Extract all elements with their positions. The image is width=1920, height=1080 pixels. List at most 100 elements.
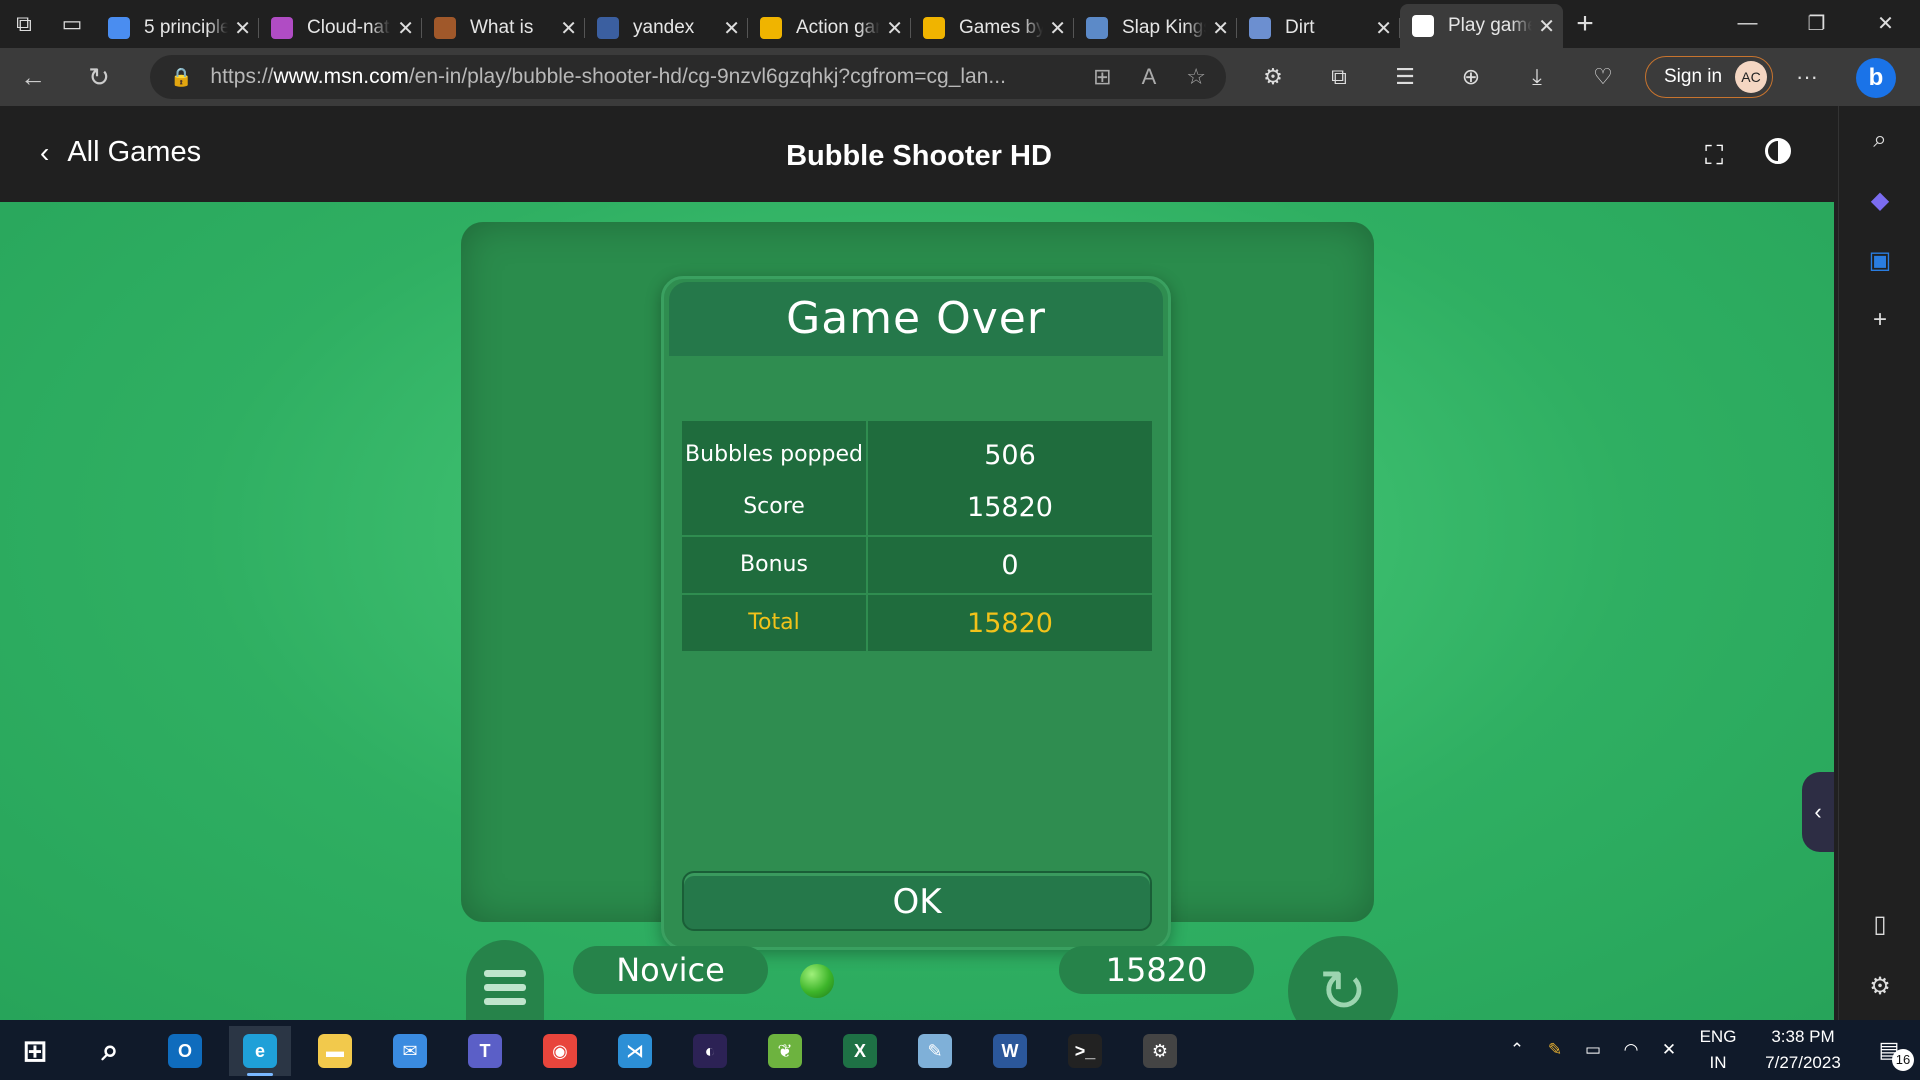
tab-title: Action games [796,17,880,38]
battery-icon[interactable]: ▭ [1574,1040,1612,1060]
lock-icon[interactable]: 🔒 [170,67,192,88]
input-language[interactable]: ENG IN [1688,1024,1748,1076]
system-tray: ⌃ ✎ ▭ ◠ ✕ ENG IN 3:38 PM 7/27/2023 ▤ 16 [1498,1020,1920,1080]
tab-favicon-icon [1412,15,1434,37]
theme-toggle-icon[interactable] [1765,138,1791,164]
close-tab-icon[interactable]: ✕ [723,16,740,41]
search-icon[interactable]: ⌕ [1839,126,1920,154]
tab-4[interactable]: Action games ✕ [748,8,911,48]
back-arrow-icon[interactable]: ← [0,48,66,106]
bing-copilot-icon[interactable]: b [1856,58,1896,98]
tab-favicon-icon [434,17,456,39]
tab-2[interactable]: What is ✕ [422,8,585,48]
close-tab-icon[interactable]: ✕ [560,16,577,41]
stat-value: 15820 [868,479,1152,535]
sidebar-layout-icon[interactable]: ▯ [1839,910,1920,939]
tab-7[interactable]: Dirt ✕ [1237,8,1400,48]
next-bubble [800,964,834,998]
tab-1[interactable]: Cloud-native ✕ [259,8,422,48]
favorite-star-icon[interactable]: ☆ [1186,64,1206,90]
close-tab-icon[interactable]: ✕ [886,16,903,41]
tab-title: What is [470,17,534,38]
close-window-icon[interactable]: ✕ [1851,0,1920,46]
fullscreen-icon[interactable]: ⛶ [1705,140,1723,172]
taskbar-outlook[interactable]: O [154,1026,216,1076]
close-tab-icon[interactable]: ✕ [397,16,414,41]
menu-bar [484,983,526,991]
taskbar-file-explorer[interactable]: ▬ [304,1026,366,1076]
close-tab-icon[interactable]: ✕ [1049,16,1066,41]
outlook-icon: O [168,1034,202,1068]
close-tab-icon[interactable]: ✕ [1538,14,1555,39]
collections-icon[interactable]: ⊕ [1438,64,1504,90]
taskbar-edge[interactable]: e [229,1026,291,1076]
close-tab-icon[interactable]: ✕ [234,16,251,41]
game-canvas[interactable]: Game Over Bubbles popped 506 Score 15820… [0,202,1834,1046]
game-menu-button[interactable] [466,940,544,1030]
wifi-icon[interactable]: ◠ [1612,1040,1650,1060]
taskbar-teams[interactable]: T [454,1026,516,1076]
new-tab-button[interactable]: + [1563,7,1607,41]
taskbar-vscode[interactable]: ⋊ [604,1026,666,1076]
taskbar-notepad[interactable]: ✎ [904,1026,966,1076]
tab-actions-icon[interactable]: ▭ [48,0,96,48]
downloads-icon[interactable]: ⤓ [1504,64,1570,90]
lang-code: ENG [1699,1027,1737,1046]
extensions-icon[interactable]: ⧉ [1306,64,1372,90]
taskbar-mail[interactable]: ✉ [379,1026,441,1076]
tab-3[interactable]: yandex ✕ [585,8,748,48]
taskbar-excel[interactable]: X [829,1026,891,1076]
url-text[interactable]: https://www.msn.com/en-in/play/bubble-sh… [210,65,1010,89]
tab-0[interactable]: 5 principles✕ [96,8,259,48]
stat-row: Score 15820 [682,479,1152,535]
chevron-up-icon[interactable]: ⌃ [1498,1040,1536,1060]
tab-5[interactable]: Games by ✕ [911,8,1074,48]
difficulty-label: Novice [573,946,768,994]
sidebar-settings-icon[interactable]: ⚙ [1839,972,1920,1001]
performance-icon[interactable]: ♡ [1570,64,1636,90]
ok-button[interactable]: OK [682,871,1152,931]
clock[interactable]: 3:38 PM 7/27/2023 [1748,1024,1858,1076]
add-sidebar-app-icon[interactable]: + [1839,306,1920,334]
sign-in-button[interactable]: Sign in AC [1645,56,1773,98]
read-aloud-icon[interactable]: A [1142,64,1157,90]
close-tab-icon[interactable]: ✕ [1212,16,1229,41]
page-title: Bubble Shooter HD [786,140,1052,172]
favorites-icon[interactable]: ☰ [1372,64,1438,90]
tab-favicon-icon [760,17,782,39]
volume-muted-icon[interactable]: ✕ [1650,1040,1688,1060]
taskbar-search[interactable]: ⌕ [79,1026,141,1076]
taskbar-settings[interactable]: ⚙ [1129,1026,1191,1076]
taskbar-spring[interactable]: ❦ [754,1026,816,1076]
taskbar-word[interactable]: W [979,1026,1041,1076]
outlook-sidebar-icon[interactable]: ▣ [1839,246,1920,275]
extension-gear-icon[interactable]: ⚙ [1240,64,1306,90]
tab-8[interactable]: Play games ✕ [1400,4,1563,48]
tab-title: Slap Kings [1122,17,1207,38]
refresh-icon[interactable]: ↻ [66,48,132,106]
notification-center-icon[interactable]: ▤ 16 [1858,1037,1920,1071]
address-bar[interactable]: 🔒 https://www.msn.com/en-in/play/bubble-… [150,55,1226,99]
tab-title: yandex [633,17,695,38]
close-tab-icon[interactable]: ✕ [1375,16,1392,41]
taskbar-chrome[interactable]: ◉ [529,1026,591,1076]
copilot-icon[interactable]: ◆ [1839,186,1920,215]
file-explorer-icon: ▬ [318,1034,352,1068]
taskbar-terminal[interactable]: >_ [1054,1026,1116,1076]
dialog-title: Game Over [669,282,1163,356]
sidebar-collapse-chevron-icon[interactable]: ‹ [1802,772,1834,852]
tab-6[interactable]: Slap Kings ✕ [1074,8,1237,48]
taskbar-windows[interactable]: ⊞ [4,1026,66,1076]
tab-title: Games by [959,17,1044,38]
menu-bar [484,969,526,977]
workspaces-icon[interactable]: ⧉ [0,0,48,48]
chrome-icon: ◉ [543,1034,577,1068]
more-options-icon[interactable]: ··· [1796,64,1818,90]
taskbar-eclipse[interactable]: ◐ [679,1026,741,1076]
minimize-icon[interactable]: — [1713,0,1782,46]
tray-app-icon[interactable]: ✎ [1536,1040,1574,1060]
edge-icon: e [243,1034,277,1068]
eclipse-icon: ◐ [693,1034,727,1068]
restore-icon[interactable]: ❐ [1782,0,1851,46]
app-available-icon[interactable]: ⊞ [1093,64,1111,90]
